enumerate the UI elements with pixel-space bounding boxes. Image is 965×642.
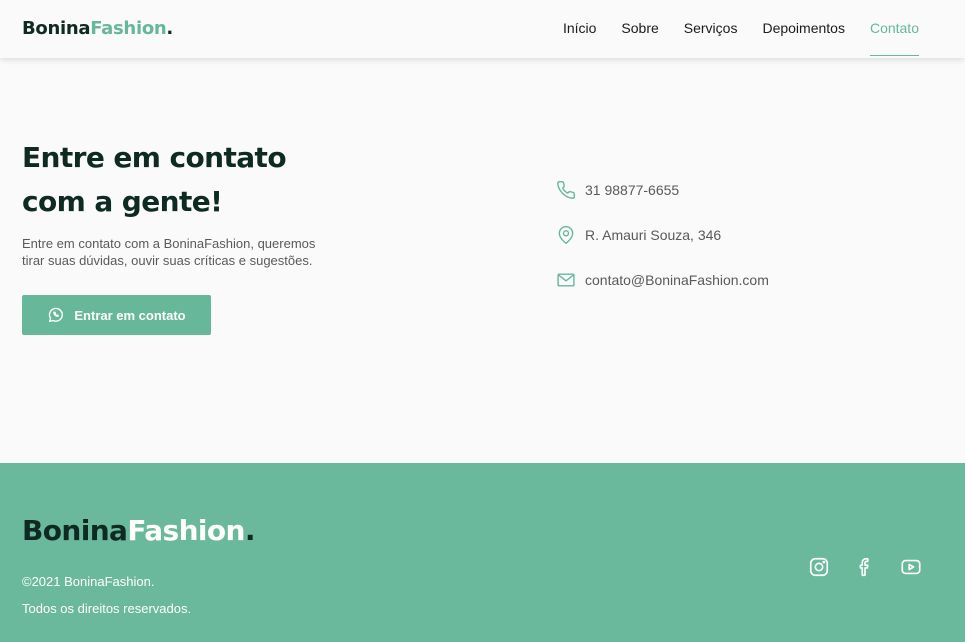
nav-item-servicos[interactable]: Serviços bbox=[684, 0, 738, 58]
logo-dot: . bbox=[166, 18, 173, 39]
footer-logo-part-2: Fashion bbox=[127, 514, 245, 547]
nav-item-contato[interactable]: Contato bbox=[869, 0, 920, 58]
contact-cta-label: Entrar em contato bbox=[74, 307, 186, 323]
footer-logo-dot: . bbox=[244, 514, 256, 547]
whatsapp-icon bbox=[47, 306, 65, 324]
footer-copyright: ©2021 BoninaFashion. bbox=[22, 574, 155, 589]
contact-email[interactable]: contato@BoninaFashion.com bbox=[556, 268, 769, 313]
brand-logo[interactable]: BoninaFashion. bbox=[22, 18, 173, 40]
contact-info-list: 31 98877-6655 R. Amauri Souza, 346 conta… bbox=[556, 178, 769, 313]
site-footer: BoninaFashion. ©2021 BoninaFashion. Todo… bbox=[0, 463, 965, 642]
social-links bbox=[808, 556, 922, 578]
contact-cta-button[interactable]: Entrar em contato bbox=[22, 295, 211, 335]
mail-icon bbox=[556, 268, 576, 292]
nav-item-sobre[interactable]: Sobre bbox=[621, 0, 658, 58]
phone-icon bbox=[556, 178, 576, 202]
youtube-icon[interactable] bbox=[900, 556, 922, 578]
logo-part-1: Bonina bbox=[22, 18, 91, 39]
site-header: BoninaFashion. Início Sobre Serviços Dep… bbox=[0, 0, 965, 58]
phone-text: 31 98877-6655 bbox=[585, 182, 680, 198]
map-pin-icon bbox=[556, 223, 576, 247]
nav-item-inicio[interactable]: Início bbox=[563, 0, 596, 58]
headline-line-2: com a gente! bbox=[22, 185, 223, 218]
contact-phone[interactable]: 31 98877-6655 bbox=[556, 178, 769, 223]
contact-description: Entre em contato com a BoninaFashion, qu… bbox=[22, 236, 316, 268]
facebook-icon[interactable] bbox=[854, 556, 876, 578]
email-text: contato@BoninaFashion.com bbox=[585, 272, 769, 288]
logo-part-2: Fashion bbox=[90, 18, 167, 39]
footer-rights: Todos os direitos reservados. bbox=[22, 601, 192, 616]
contact-address[interactable]: R. Amauri Souza, 346 bbox=[556, 223, 769, 268]
headline-line-1: Entre em contato bbox=[22, 141, 287, 174]
main-nav: Início Sobre Serviços Depoimentos Contat… bbox=[563, 0, 920, 58]
nav-item-depoimentos[interactable]: Depoimentos bbox=[762, 0, 845, 58]
page-headline: Entre em contato com a gente! bbox=[22, 136, 342, 224]
footer-logo-part-1: Bonina bbox=[22, 514, 128, 547]
footer-logo[interactable]: BoninaFashion. bbox=[22, 513, 256, 549]
instagram-icon[interactable] bbox=[808, 556, 830, 578]
address-text: R. Amauri Souza, 346 bbox=[585, 227, 722, 243]
